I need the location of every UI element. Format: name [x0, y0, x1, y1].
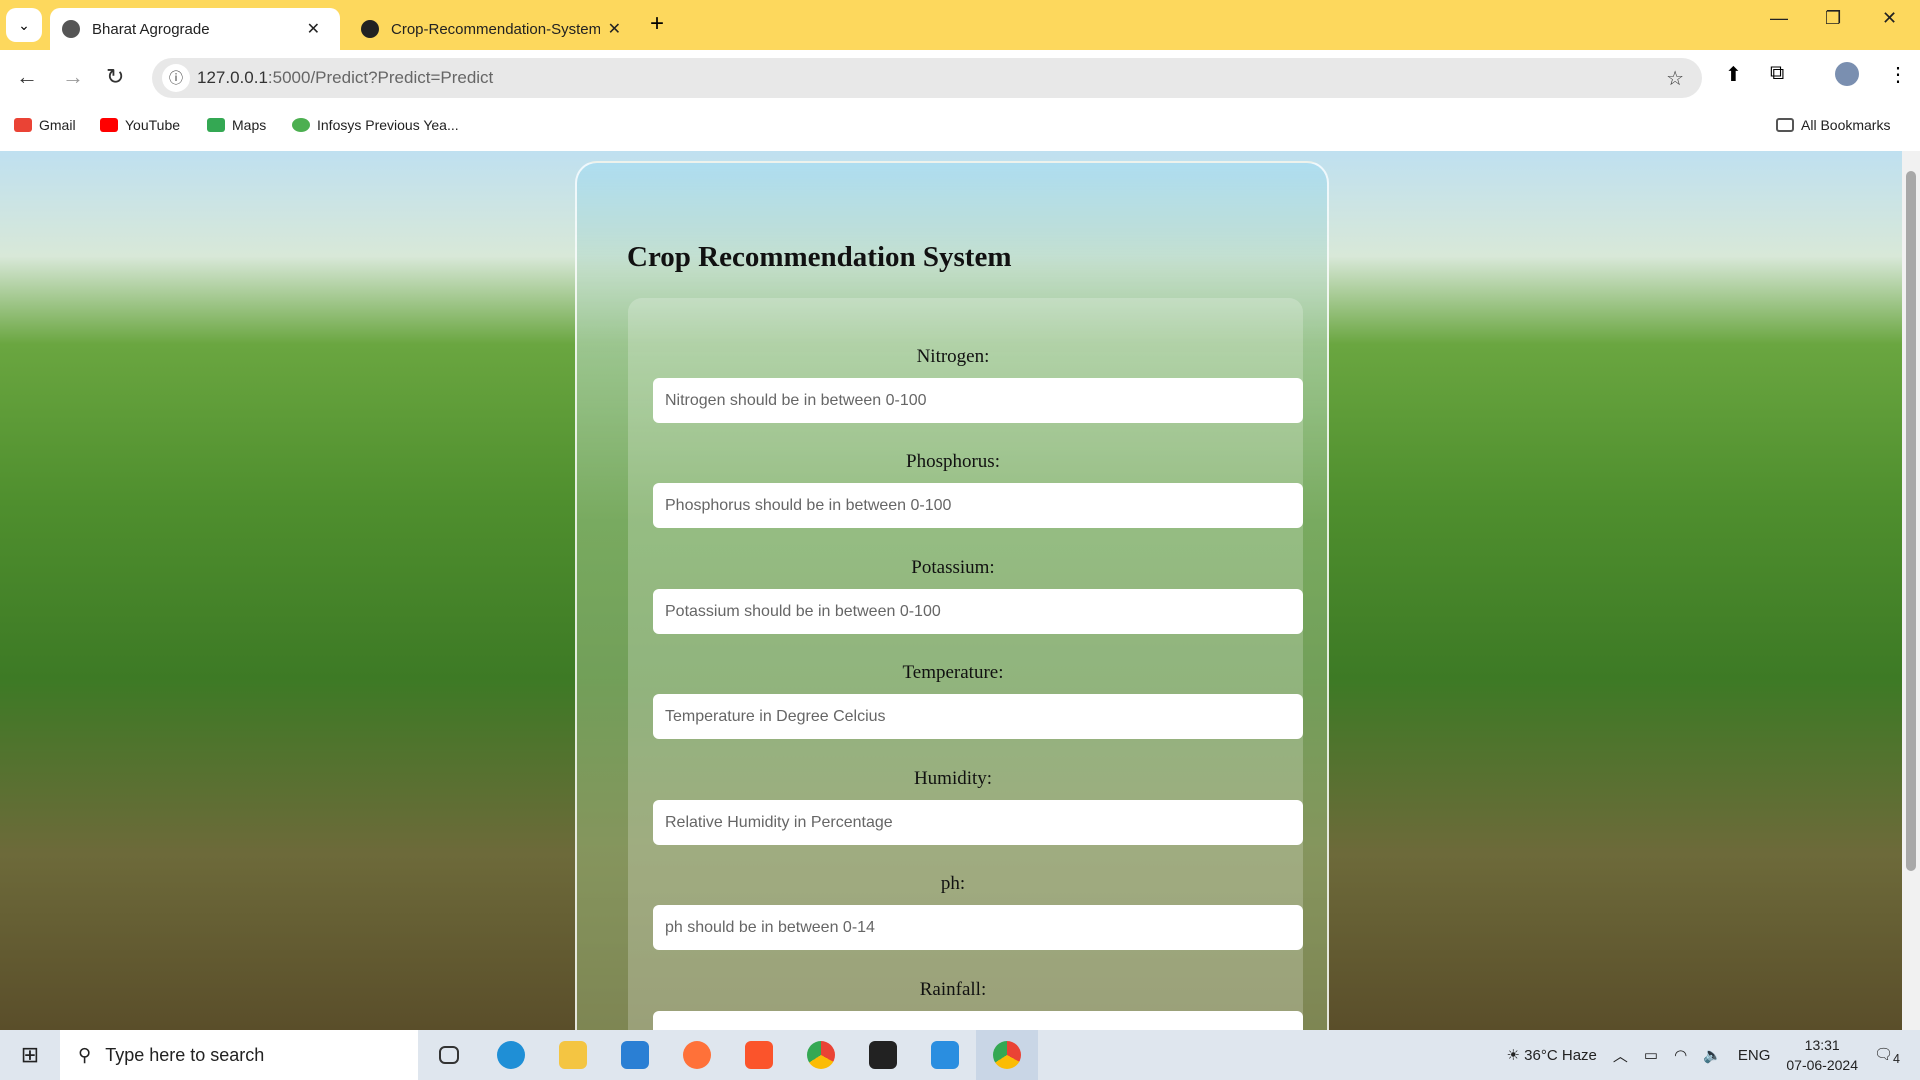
- volume-icon[interactable]: 🔈: [1703, 1046, 1722, 1064]
- tab-bharat-agrograde[interactable]: Bharat Agrograde ✕: [50, 8, 340, 50]
- tab-bar: ⌄ Bharat Agrograde ✕ Crop-Recommendation…: [0, 0, 1920, 50]
- show-hidden-icons[interactable]: ︿: [1613, 1045, 1628, 1066]
- vscode-icon[interactable]: [914, 1030, 976, 1080]
- weather-widget[interactable]: ☀ 36°C Haze: [1507, 1046, 1597, 1064]
- gmail-icon: [14, 118, 32, 132]
- windows-start-icon[interactable]: ⊞: [0, 1042, 60, 1068]
- page-title: Crop Recommendation System: [627, 241, 1012, 273]
- close-window-button[interactable]: ✕: [1882, 8, 1897, 29]
- bookmark-infosys[interactable]: Infosys Previous Yea...: [292, 117, 459, 133]
- page-content: Crop Recommendation System Nitrogen: Pho…: [0, 151, 1920, 1030]
- infosys-icon: [292, 118, 310, 132]
- mail-icon[interactable]: [604, 1030, 666, 1080]
- form-card: Crop Recommendation System Nitrogen: Pho…: [575, 161, 1329, 1030]
- bookmarks-bar: Gmail YouTube Maps Infosys Previous Yea.…: [0, 102, 1920, 151]
- address-bar[interactable]: ⓘ 127.0.0.1:5000/Predict?Predict=Predict…: [152, 58, 1702, 98]
- taskbar-search[interactable]: ⚲ Type here to search: [60, 1030, 418, 1080]
- bookmark-maps[interactable]: Maps: [207, 117, 266, 133]
- battery-icon[interactable]: ▭: [1644, 1046, 1658, 1064]
- all-bookmarks[interactable]: All Bookmarks: [1776, 117, 1890, 133]
- humidity-field: Humidity:: [628, 768, 1303, 845]
- wifi-icon[interactable]: ◠: [1674, 1046, 1687, 1064]
- back-button[interactable]: ←: [16, 64, 38, 90]
- phosphorus-input[interactable]: [653, 483, 1303, 528]
- bookmark-gmail[interactable]: Gmail: [14, 117, 76, 133]
- temperature-field: Temperature:: [628, 662, 1303, 739]
- potassium-field: Potassium:: [628, 557, 1303, 634]
- tab-github[interactable]: Crop-Recommendation-System ✕: [355, 8, 635, 50]
- menu-icon[interactable]: ⋮: [1888, 62, 1908, 87]
- ph-input[interactable]: [653, 905, 1303, 950]
- folder-icon: [1776, 118, 1794, 132]
- system-tray: ☀ 36°C Haze ︿ ▭ ◠ 🔈 ENG 13:31 07-06-2024 …: [1507, 1030, 1920, 1080]
- bookmark-youtube[interactable]: YouTube: [100, 117, 180, 133]
- rainfall-field: Rainfall:: [628, 979, 1303, 1030]
- reload-button[interactable]: ↻: [106, 64, 124, 90]
- temperature-input[interactable]: [653, 694, 1303, 739]
- nitrogen-field: Nitrogen:: [628, 346, 1303, 423]
- tab-search-button[interactable]: ⌄: [6, 8, 42, 42]
- new-tab-button[interactable]: +: [650, 10, 664, 38]
- language-indicator[interactable]: ENG: [1738, 1047, 1771, 1064]
- close-tab-icon[interactable]: ✕: [600, 19, 629, 39]
- rainfall-input[interactable]: [653, 1011, 1303, 1030]
- firefox-icon[interactable]: [666, 1030, 728, 1080]
- bookmark-star-icon[interactable]: ☆: [1666, 66, 1684, 91]
- extension-icon[interactable]: ⬆: [1725, 62, 1742, 87]
- site-info-icon[interactable]: ⓘ: [162, 64, 190, 92]
- address-row: ← → ↻ ⓘ 127.0.0.1:5000/Predict?Predict=P…: [0, 50, 1920, 102]
- clock[interactable]: 13:31 07-06-2024: [1786, 1035, 1858, 1075]
- page-scrollbar[interactable]: [1902, 151, 1920, 1030]
- globe-icon: [62, 20, 80, 38]
- humidity-input[interactable]: [653, 800, 1303, 845]
- minimize-button[interactable]: —: [1770, 8, 1788, 29]
- phosphorus-field: Phosphorus:: [628, 451, 1303, 528]
- file-explorer-icon[interactable]: [542, 1030, 604, 1080]
- maps-icon: [207, 118, 225, 132]
- youtube-icon: [100, 118, 118, 132]
- terminal-icon[interactable]: [852, 1030, 914, 1080]
- restore-button[interactable]: ❐: [1825, 8, 1841, 29]
- ph-field: ph:: [628, 873, 1303, 950]
- forward-button[interactable]: →: [62, 64, 84, 90]
- chrome-icon[interactable]: [790, 1030, 852, 1080]
- notifications-icon[interactable]: 🗨4: [1874, 1045, 1900, 1066]
- search-icon: ⚲: [78, 1044, 92, 1065]
- brave-icon[interactable]: [728, 1030, 790, 1080]
- chrome-active-icon[interactable]: [976, 1030, 1038, 1080]
- scrollbar-thumb[interactable]: [1906, 171, 1916, 871]
- potassium-input[interactable]: [653, 589, 1303, 634]
- extensions-puzzle-icon[interactable]: ⧉: [1770, 62, 1784, 85]
- close-tab-icon[interactable]: ✕: [299, 19, 328, 39]
- prediction-form: Nitrogen: Phosphorus: Potassium: Tempera…: [628, 298, 1303, 1030]
- weather-icon: ☀: [1506, 1047, 1520, 1064]
- edge-icon[interactable]: [480, 1030, 542, 1080]
- task-view-icon[interactable]: [418, 1030, 480, 1080]
- profile-avatar[interactable]: [1835, 62, 1859, 86]
- github-icon: [361, 20, 379, 38]
- nitrogen-input[interactable]: [653, 378, 1303, 423]
- taskbar: ⊞ ⚲ Type here to search ☀ 36°C Haze ︿ ▭ ◠…: [0, 1030, 1920, 1080]
